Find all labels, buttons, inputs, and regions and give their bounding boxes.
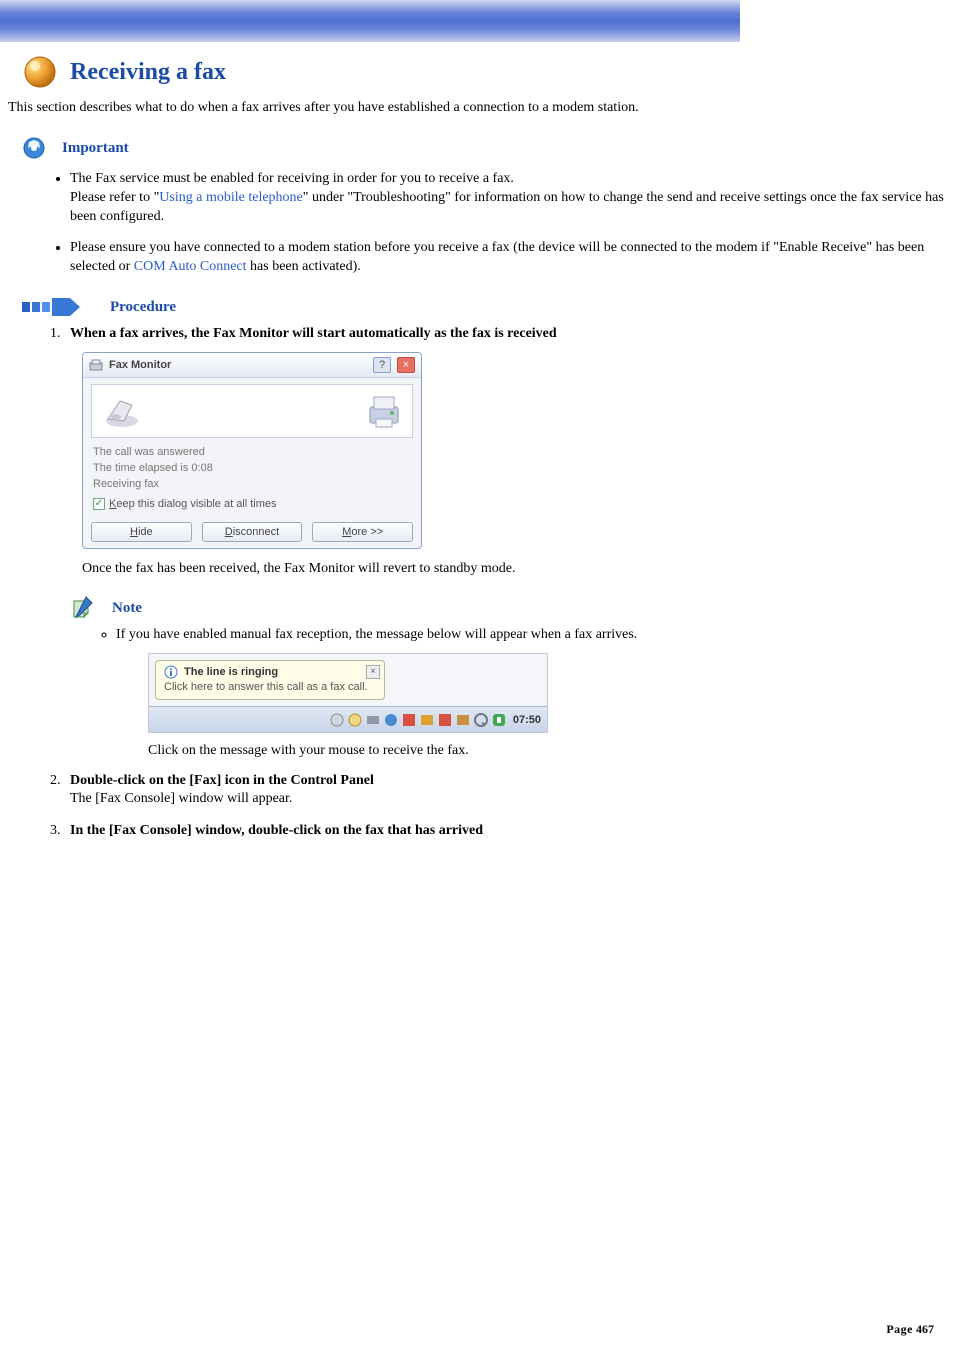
status-line: The call was answered xyxy=(83,444,421,460)
tray-icon[interactable] xyxy=(437,712,453,728)
help-button[interactable]: ? xyxy=(373,357,391,373)
disconnect-button[interactable]: Disconnect xyxy=(202,522,303,542)
page-number: Page 467 xyxy=(886,1322,934,1337)
tray-icon[interactable] xyxy=(383,712,399,728)
balloon-title-row: The line is ringing xyxy=(164,665,376,679)
step-body-text: Once the fax has been received, the Fax … xyxy=(82,561,954,577)
step-body-text: The [Fax Console] window will appear. xyxy=(70,791,954,807)
balloon-title: The line is ringing xyxy=(184,666,278,678)
fax-icon xyxy=(89,358,103,372)
note-text: If you have enabled manual fax reception… xyxy=(116,627,637,642)
balloon-close-button[interactable]: × xyxy=(366,665,380,679)
procedure-header: Procedure xyxy=(0,296,954,318)
checkbox-icon: ✓ xyxy=(93,498,105,510)
step-title: In the [Fax Console] window, double-clic… xyxy=(70,823,483,838)
page-number-value: 467 xyxy=(916,1322,934,1336)
dialog-button-row: Hide Disconnect More >> xyxy=(83,516,421,548)
checkbox-label-visible: eep this dialog visible at all times xyxy=(116,498,276,510)
step-1: When a fax arrives, the Fax Monitor will… xyxy=(64,326,954,759)
balloon-body: Click here to answer this call as a fax … xyxy=(164,681,376,693)
note-item: If you have enabled manual fax reception… xyxy=(116,627,954,759)
intro-text: This section describes what to do when a… xyxy=(0,94,954,130)
step-title: Double-click on the [Fax] icon in the Co… xyxy=(70,773,374,788)
note-after-text: Click on the message with your mouse to … xyxy=(148,743,954,759)
tray-icon[interactable] xyxy=(329,712,345,728)
close-button[interactable]: × xyxy=(397,357,415,373)
important-icon xyxy=(22,136,46,160)
important-item: The Fax service must be enabled for rece… xyxy=(70,170,946,227)
fax-monitor-dialog: Fax Monitor ? × The call was answered xyxy=(82,352,422,549)
important-item: Please ensure you have connected to a mo… xyxy=(70,239,946,277)
link-com-auto-connect[interactable]: COM Auto Connect xyxy=(134,259,247,274)
important-header: Important xyxy=(0,136,954,160)
dialog-title: Fax Monitor xyxy=(109,359,367,371)
accel: M xyxy=(342,526,351,538)
note-header: Note xyxy=(70,595,954,621)
btn-text: ore >> xyxy=(351,526,383,538)
top-banner xyxy=(0,0,740,42)
procedure-steps: When a fax arrives, the Fax Monitor will… xyxy=(64,326,954,839)
tray-icon[interactable] xyxy=(455,712,471,728)
info-icon xyxy=(164,665,178,679)
important-item-text: The Fax service must be enabled for rece… xyxy=(70,171,514,186)
tray-icon[interactable] xyxy=(365,712,381,728)
title-row: Receiving a fax xyxy=(0,50,954,94)
dialog-titlebar: Fax Monitor ? × xyxy=(83,353,421,378)
tray-icon[interactable] xyxy=(491,712,507,728)
more-button[interactable]: More >> xyxy=(312,522,413,542)
page-label: Page xyxy=(886,1322,913,1336)
printer-icon xyxy=(366,391,402,431)
link-mobile-telephone[interactable]: Using a mobile telephone xyxy=(159,190,302,205)
step-3: In the [Fax Console] window, double-clic… xyxy=(64,823,954,839)
balloon-screenshot: × The line is ringing Click here to answ… xyxy=(148,653,548,733)
note-list: If you have enabled manual fax reception… xyxy=(116,627,954,759)
important-label: Important xyxy=(62,140,129,157)
tray-clock: 07:50 xyxy=(513,714,541,726)
btn-text: ide xyxy=(138,526,153,538)
balloon-tip[interactable]: × The line is ringing Click here to answ… xyxy=(155,660,385,700)
status-line: The time elapsed is 0:08 xyxy=(83,460,421,476)
dialog-animation-area xyxy=(91,384,413,438)
procedure-icon xyxy=(22,296,82,318)
accel: D xyxy=(225,526,233,538)
note-icon xyxy=(70,595,96,621)
accel: H xyxy=(130,526,138,538)
important-item-text: has been activated). xyxy=(247,259,361,274)
page-title: Receiving a fax xyxy=(70,59,226,86)
btn-text: isconnect xyxy=(233,526,279,538)
step-2: Double-click on the [Fax] icon in the Co… xyxy=(64,773,954,807)
status-line: Receiving fax xyxy=(83,476,421,492)
system-tray: 07:50 xyxy=(149,706,547,732)
note-label: Note xyxy=(112,600,142,617)
important-item-text: Please refer to " xyxy=(70,190,159,205)
step-title: When a fax arrives, the Fax Monitor will… xyxy=(70,326,557,341)
tray-icon[interactable] xyxy=(419,712,435,728)
tray-icon[interactable] xyxy=(347,712,363,728)
procedure-label: Procedure xyxy=(110,299,176,316)
tray-icon[interactable] xyxy=(401,712,417,728)
keep-visible-checkbox[interactable]: ✓ KKeep this dialog visible at all times… xyxy=(83,492,421,516)
hide-button[interactable]: Hide xyxy=(91,522,192,542)
tray-icon[interactable] xyxy=(473,712,489,728)
important-list: The Fax service must be enabled for rece… xyxy=(70,170,954,276)
section-icon xyxy=(22,54,58,90)
scanner-icon xyxy=(102,391,142,431)
